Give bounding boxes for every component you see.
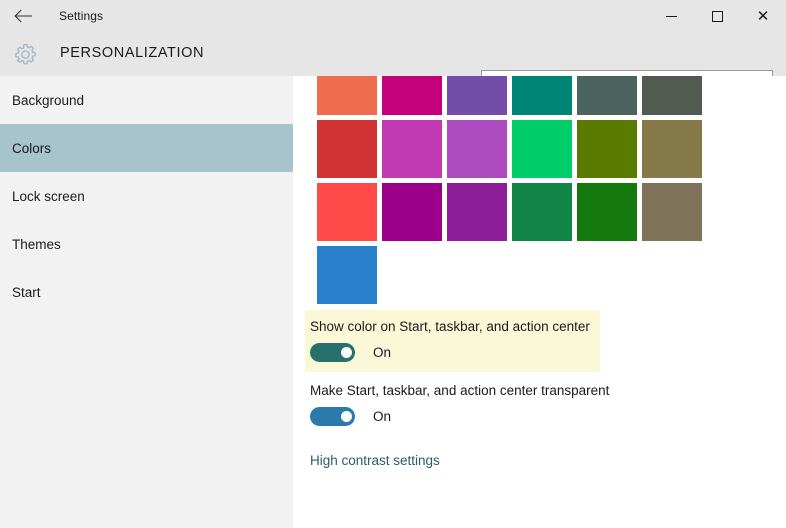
transparency-toggle[interactable]: [310, 407, 355, 426]
window-controls: ✕: [648, 0, 786, 32]
sidebar-item-background[interactable]: Background: [0, 76, 293, 124]
accent-color-swatch[interactable]: [512, 120, 572, 178]
title-bar: Settings ✕: [0, 0, 786, 32]
sidebar-item-label: Themes: [12, 237, 61, 252]
accent-color-swatch[interactable]: [382, 120, 442, 178]
accent-color-swatch[interactable]: [317, 120, 377, 178]
accent-color-swatch[interactable]: [642, 120, 702, 178]
show-color-label: Show color on Start, taskbar, and action…: [310, 319, 590, 334]
accent-color-row: [317, 183, 707, 241]
transparency-toggle-row: On: [310, 407, 609, 426]
accent-color-swatch[interactable]: [577, 120, 637, 178]
page-title: PERSONALIZATION: [60, 45, 204, 61]
transparency-toggle-state: On: [373, 409, 391, 424]
accent-color-swatch[interactable]: [512, 183, 572, 241]
sidebar-item-label: Lock screen: [12, 189, 85, 204]
accent-color-swatch[interactable]: [382, 183, 442, 241]
accent-color-swatch[interactable]: [382, 76, 442, 115]
close-button[interactable]: ✕: [740, 0, 786, 32]
accent-color-swatch[interactable]: [577, 76, 637, 115]
accent-color-swatch[interactable]: [317, 76, 377, 115]
sidebar-item-themes[interactable]: Themes: [0, 220, 293, 268]
high-contrast-settings-link[interactable]: High contrast settings: [310, 453, 440, 468]
accent-color-swatch[interactable]: [512, 76, 572, 115]
maximize-button[interactable]: [694, 0, 740, 32]
sidebar-item-label: Colors: [12, 141, 51, 156]
sidebar-item-colors[interactable]: Colors: [0, 124, 293, 172]
accent-color-swatch[interactable]: [447, 183, 507, 241]
content-pane: Show color on Start, taskbar, and action…: [293, 76, 786, 528]
accent-color-row: [317, 120, 707, 178]
toggle-knob: [341, 411, 352, 422]
sidebar-item-lock-screen[interactable]: Lock screen: [0, 172, 293, 220]
window-title: Settings: [59, 9, 103, 23]
accent-color-swatch[interactable]: [642, 183, 702, 241]
settings-window: Settings ✕ PERSONALIZATION: [0, 0, 786, 528]
accent-color-swatch[interactable]: [447, 120, 507, 178]
accent-color-swatch[interactable]: [447, 76, 507, 115]
toggle-knob: [341, 347, 352, 358]
accent-color-swatch[interactable]: [577, 183, 637, 241]
transparency-setting: Make Start, taskbar, and action center t…: [310, 383, 609, 426]
accent-color-row: [317, 246, 707, 304]
transparency-label: Make Start, taskbar, and action center t…: [310, 383, 609, 398]
sidebar-item-label: Background: [12, 93, 84, 108]
sidebar: Background Colors Lock screen Themes Sta…: [0, 76, 293, 528]
accent-color-swatch[interactable]: [642, 76, 702, 115]
show-color-toggle-row: On: [310, 343, 590, 362]
show-color-toggle[interactable]: [310, 343, 355, 362]
accent-color-row: [317, 76, 707, 115]
gear-icon: [10, 39, 40, 69]
accent-color-swatch[interactable]: [317, 183, 377, 241]
minimize-icon: [666, 16, 677, 17]
page-header: PERSONALIZATION: [0, 32, 786, 76]
close-icon: ✕: [757, 9, 770, 24]
maximize-icon: [712, 11, 723, 22]
sidebar-item-start[interactable]: Start: [0, 268, 293, 316]
sidebar-item-label: Start: [12, 285, 41, 300]
back-arrow-icon: [14, 9, 33, 23]
back-button[interactable]: [0, 0, 46, 32]
show-color-setting: Show color on Start, taskbar, and action…: [305, 310, 600, 372]
minimize-button[interactable]: [648, 0, 694, 32]
show-color-toggle-state: On: [373, 345, 391, 360]
accent-color-swatch[interactable]: [317, 246, 377, 304]
accent-color-grid: [317, 76, 707, 309]
